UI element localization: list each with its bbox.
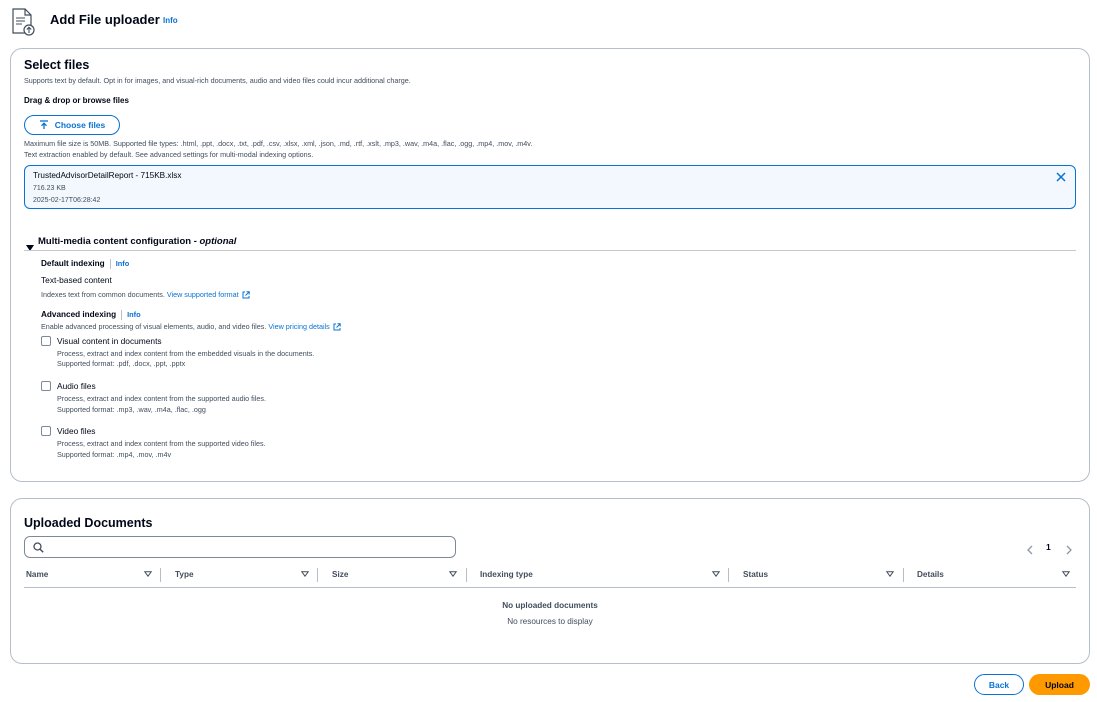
visual-content-description: Process, extract and index content from … (57, 349, 315, 358)
column-header-size[interactable]: Size (332, 570, 348, 579)
sort-caret-icon[interactable] (712, 571, 720, 577)
file-modified-date: 2025-02-17T06:28:42 (33, 197, 101, 204)
visual-content-label[interactable]: Visual content in documents (57, 336, 162, 346)
upload-button-label: Upload (1045, 679, 1074, 690)
uploaded-documents-heading: Uploaded Documents (24, 516, 153, 530)
multimedia-config-title: Multi-media content configuration (38, 236, 192, 247)
selected-file-tile: TrustedAdvisorDetailReport - 715KB.xlsx … (24, 165, 1076, 209)
upload-arrow-icon (39, 120, 48, 129)
view-pricing-details-link[interactable]: View pricing details (268, 322, 341, 331)
title-info-link[interactable]: Info (163, 16, 178, 25)
page-title: Add File uploader (50, 12, 160, 27)
caret-down-icon[interactable] (26, 238, 34, 251)
empty-state-title: No uploaded documents (502, 601, 598, 610)
default-indexing-info-link[interactable]: Info (116, 259, 130, 268)
uploaded-documents-container (10, 498, 1090, 664)
default-indexing-value: Text-based content (41, 275, 112, 285)
visual-content-checkbox[interactable] (41, 336, 51, 346)
choose-files-label: Choose files (54, 120, 106, 130)
audio-files-checkbox[interactable] (41, 381, 51, 391)
optional-tag: - optional (193, 236, 237, 247)
column-divider (160, 568, 161, 582)
sort-caret-icon[interactable] (886, 571, 894, 577)
select-files-description: Supports text by default. Opt in for ima… (24, 76, 411, 85)
video-files-label[interactable]: Video files (57, 426, 96, 436)
advanced-indexing-header: Advanced indexing Info (41, 310, 141, 320)
sort-caret-icon[interactable] (449, 571, 457, 577)
select-files-heading: Select files (24, 58, 90, 72)
section-divider (24, 250, 1076, 251)
advanced-indexing-info-link[interactable]: Info (127, 310, 141, 319)
file-upload-icon (10, 8, 36, 36)
column-divider (728, 568, 729, 582)
view-supported-format-link[interactable]: View supported format (167, 290, 250, 299)
extraction-note-text: Text extraction enabled by default. See … (24, 150, 314, 159)
sort-caret-icon[interactable] (1062, 571, 1070, 577)
default-indexing-header: Default indexing Info (41, 259, 129, 269)
choose-files-button[interactable]: Choose files (24, 115, 120, 135)
column-divider (317, 568, 318, 582)
column-header-type[interactable]: Type (175, 570, 194, 579)
empty-state-subtitle: No resources to display (507, 617, 593, 626)
column-header-name[interactable]: Name (26, 570, 48, 579)
column-divider (903, 568, 904, 582)
advanced-indexing-label: Advanced indexing (41, 310, 117, 320)
audio-files-label[interactable]: Audio files (57, 381, 96, 391)
select-files-container (10, 48, 1090, 482)
audio-files-description: Process, extract and index content from … (57, 394, 266, 403)
search-input[interactable] (47, 539, 447, 555)
sort-caret-icon[interactable] (301, 571, 309, 577)
external-link-icon (242, 291, 250, 299)
back-button-label: Back (988, 679, 1010, 690)
column-header-status[interactable]: Status (743, 570, 768, 579)
remove-file-close-icon[interactable] (1055, 170, 1067, 182)
visual-content-formats: Supported format: .pdf, .docx, .ppt, .pp… (57, 359, 186, 368)
default-indexing-label: Default indexing (41, 259, 105, 269)
column-header-details[interactable]: Details (917, 570, 944, 579)
file-size: 716.23 KB (33, 185, 66, 192)
document-search[interactable] (24, 536, 456, 558)
table-header-divider (24, 587, 1076, 588)
upload-button[interactable]: Upload (1029, 674, 1090, 695)
default-indexing-description: Indexes text from common documents. View… (41, 290, 250, 299)
next-page-chevron-icon[interactable] (1065, 542, 1073, 555)
sort-caret-icon[interactable] (144, 571, 152, 577)
back-button[interactable]: Back (974, 674, 1024, 695)
audio-files-formats: Supported format: .mp3, .wav, .m4a, .fla… (57, 405, 206, 414)
video-files-description: Process, extract and index content from … (57, 439, 266, 448)
file-constraint-text: Maximum file size is 50MB. Supported fil… (24, 139, 533, 148)
file-name: TrustedAdvisorDetailReport - 715KB.xlsx (33, 171, 182, 180)
search-icon (33, 542, 44, 553)
external-link-icon (333, 323, 341, 331)
multimedia-config-toggle[interactable]: Multi-media content configuration - opti… (38, 236, 236, 247)
current-page-number[interactable]: 1 (1046, 542, 1051, 552)
advanced-indexing-description: Enable advanced processing of visual ele… (41, 322, 341, 331)
previous-page-chevron-icon[interactable] (1026, 542, 1034, 555)
drag-drop-label: Drag & drop or browse files (24, 96, 129, 105)
column-divider (466, 568, 467, 582)
video-files-checkbox[interactable] (41, 426, 51, 436)
video-files-formats: Supported format: .mp4, .mov, .m4v (57, 450, 172, 459)
column-header-indexing-type[interactable]: Indexing type (480, 570, 533, 579)
